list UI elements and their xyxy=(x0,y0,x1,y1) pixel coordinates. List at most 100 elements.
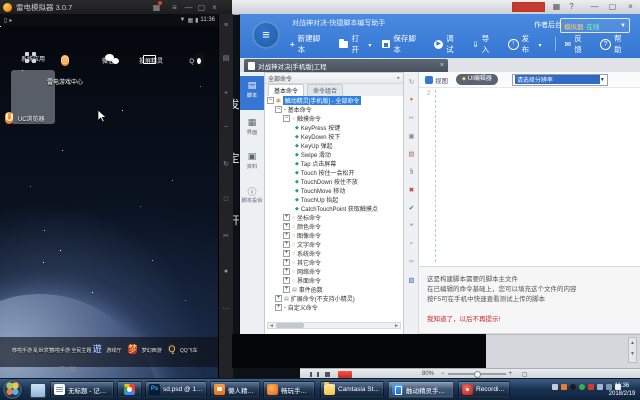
nav-item-script[interactable]: ▤ 脚本 xyxy=(240,76,264,110)
dock-app[interactable]: 哆啦手游 全民主题 xyxy=(50,339,88,357)
format-icon[interactable]: § xyxy=(407,168,416,175)
fullscreen-icon[interactable]: □ xyxy=(221,196,231,203)
search-icon[interactable]: ⌕ xyxy=(407,240,416,248)
tree-node[interactable]: 自定义命令 xyxy=(265,303,403,312)
publish-button[interactable]: 发布 xyxy=(508,33,542,55)
close-button[interactable] xyxy=(624,2,637,11)
expand-icon[interactable] xyxy=(283,259,290,266)
tree-node[interactable]: 文字命令 xyxy=(265,240,403,249)
bookmark-icon[interactable]: ● xyxy=(407,96,416,103)
expand-icon[interactable] xyxy=(283,268,290,275)
expand-icon[interactable] xyxy=(283,250,290,257)
resolution-dropdown[interactable]: 请选择分辨率 ▼ xyxy=(512,74,608,86)
shake-icon[interactable]: ● xyxy=(221,268,231,275)
tray-qq-icon[interactable] xyxy=(570,384,576,390)
collapse-icon[interactable] xyxy=(283,115,290,122)
code-editor[interactable]: 视图 UI编辑器 请选择分辨率 ▼ 2 xyxy=(418,72,640,266)
open-button[interactable]: 打开 xyxy=(339,33,372,55)
emulator-minimize-button[interactable] xyxy=(182,3,195,12)
cut-icon[interactable]: ✂ xyxy=(407,114,416,122)
quick-launch-icon[interactable] xyxy=(30,383,46,398)
scroll-down-icon[interactable]: ▼ xyxy=(629,349,636,360)
tree-node[interactable]: 其它命令 xyxy=(265,258,403,267)
taskbar-item-chrome[interactable] xyxy=(117,381,142,398)
new-script-button[interactable]: 新建脚本 xyxy=(290,33,328,55)
taskbar-item-photoshop[interactable]: Ps sd.psd @ 10... xyxy=(145,381,207,398)
app-uc-browser[interactable]: U UC浏览器 xyxy=(3,108,47,128)
screenshot-icon[interactable]: ✂ xyxy=(221,232,231,240)
scroll-left-icon[interactable]: ◄ xyxy=(269,323,274,329)
debug-button[interactable]: 调试 xyxy=(434,33,461,55)
scrollbar-thumb[interactable] xyxy=(276,323,304,328)
close-tab-icon[interactable]: × xyxy=(440,62,444,69)
dock-app[interactable]: 遊 游戏厅 xyxy=(88,339,126,357)
expand-icon[interactable] xyxy=(283,277,290,284)
expand-icon[interactable]: ▢ xyxy=(522,371,528,378)
tray-green-icon[interactable] xyxy=(579,384,585,390)
volume-down-icon[interactable]: − xyxy=(221,124,231,131)
tree-command[interactable]: TouchMove 移动 xyxy=(265,186,403,195)
app-game-center[interactable]: ◎ 雷电游戏中心 xyxy=(43,50,87,89)
paste-icon[interactable]: ▤ xyxy=(407,150,416,158)
tree-command[interactable]: CatchTouchPoint 获取触摸点 xyxy=(265,204,403,213)
app-qq[interactable]: QQ xyxy=(172,50,216,68)
scroll-up-icon[interactable]: ▲ xyxy=(629,338,636,349)
horizontal-scrollbar[interactable]: ◄ ► xyxy=(267,322,401,329)
zoom-slider[interactable] xyxy=(448,373,506,375)
rotate-icon[interactable]: ↻ xyxy=(221,160,231,168)
view-label[interactable]: 视图 xyxy=(435,75,448,85)
keyboard-mapping-icon[interactable]: ≡ xyxy=(221,22,231,29)
author-backend-link[interactable]: 作者后台 xyxy=(534,20,562,30)
taskbar-item-camtasia[interactable]: Camtasia St... xyxy=(320,381,384,398)
app-screencast[interactable]: 投屏精灵 xyxy=(129,50,173,68)
snippet-icon[interactable]: ▧ xyxy=(407,276,416,284)
tree-node[interactable]: 系统命令 xyxy=(265,249,403,258)
tree-node[interactable]: 扩展命令(不支持小精灵) xyxy=(265,294,403,303)
project-tab[interactable]: 对战神对决[手机版]工程 × xyxy=(244,59,448,72)
tree-node[interactable]: 事件函数 xyxy=(265,285,403,294)
check-icon[interactable]: ✔ xyxy=(407,204,416,212)
dock-app[interactable]: 梦 梦幻西游 xyxy=(126,339,164,357)
tray-language-icon[interactable] xyxy=(552,384,558,390)
stop-icon[interactable] xyxy=(325,372,330,377)
expand-icon[interactable] xyxy=(283,286,290,293)
nav-item-report[interactable]: ⓘ 脚本投诉 xyxy=(240,182,264,219)
tree-command[interactable]: Tap 点击屏幕 xyxy=(265,159,403,168)
taskbar-item-notepad[interactable]: 无标题 - 记事... xyxy=(50,381,114,398)
import-button[interactable]: 导入 xyxy=(472,33,497,55)
delete-icon[interactable]: ✖ xyxy=(407,186,416,194)
expand-icon[interactable] xyxy=(283,223,290,230)
grid-icon[interactable] xyxy=(550,2,563,11)
tree-command[interactable]: KeyUp 弹起 xyxy=(265,141,403,150)
tree-node[interactable]: 基本命令 xyxy=(265,105,403,114)
scroll-right-icon[interactable]: ► xyxy=(394,323,399,329)
tree-node[interactable]: 网络命令 xyxy=(265,267,403,276)
tree-command[interactable]: KeyDown 按下 xyxy=(265,132,403,141)
taskbar-item-game-hall[interactable]: 畅玩手游大厅 xyxy=(263,381,315,398)
menu-icon[interactable]: ≡ xyxy=(168,3,181,12)
editor-logo-icon[interactable]: ≡ xyxy=(252,21,280,49)
expand-icon[interactable] xyxy=(283,232,290,239)
chevron-right-icon[interactable]: ▸ xyxy=(397,75,400,81)
volume-up-icon[interactable]: + xyxy=(221,90,231,97)
save-script-button[interactable]: 保存脚本 xyxy=(382,33,423,55)
tree-command[interactable]: KeyPress 按键 xyxy=(265,123,403,132)
dock-app[interactable]: Q QQ飞车 xyxy=(164,339,202,357)
start-button[interactable] xyxy=(3,380,22,399)
tree-command[interactable]: Touch 按住一会松开 xyxy=(265,168,403,177)
minimize-button[interactable] xyxy=(588,2,601,11)
collapse-icon[interactable] xyxy=(267,97,274,104)
expand-icon[interactable] xyxy=(275,304,282,311)
expand-icon[interactable] xyxy=(283,214,290,221)
dismiss-hint-link[interactable]: 我知道了，以后不再提示! xyxy=(427,313,640,323)
tray-orange-icon[interactable] xyxy=(561,384,567,390)
tree-node[interactable]: 坐标命令 xyxy=(265,213,403,222)
tree-node[interactable]: 颜色命令 xyxy=(265,222,403,231)
copy-icon[interactable]: ▣ xyxy=(407,132,416,140)
taskbar-item-touchsprite[interactable]: 触动精灵手机... xyxy=(388,381,454,398)
taskbar-item-recording[interactable]: Recording... xyxy=(458,381,510,398)
vertical-scrollbar[interactable]: ▲▼ xyxy=(628,337,637,363)
tree-command[interactable]: TouchUp 抬起 xyxy=(265,195,403,204)
tree-node[interactable]: 图像命令 xyxy=(265,231,403,240)
zoom-out-icon[interactable]: − xyxy=(441,371,445,377)
